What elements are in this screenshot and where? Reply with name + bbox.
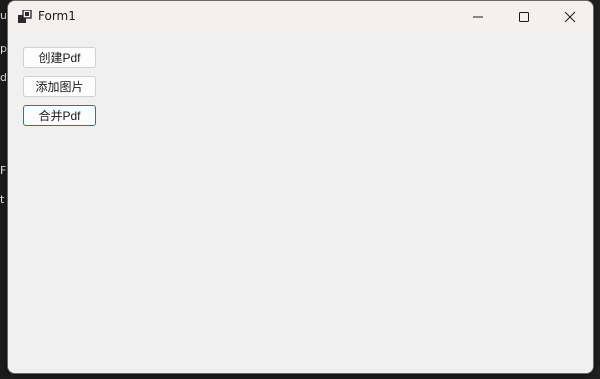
close-icon xyxy=(564,11,576,22)
close-button[interactable] xyxy=(547,1,593,32)
minimize-icon xyxy=(473,16,483,17)
title-bar[interactable]: Form1 xyxy=(8,1,593,32)
add-image-button[interactable]: 添加图片 xyxy=(23,76,96,97)
window-title: Form1 xyxy=(38,9,76,23)
form-client-area: 创建Pdf 添加图片 合并Pdf xyxy=(8,32,593,373)
create-pdf-button[interactable]: 创建Pdf xyxy=(23,47,96,68)
winforms-app-icon xyxy=(18,10,32,23)
form-window: Form1 创建Pdf 添加图片 合并Pdf xyxy=(7,0,594,374)
merge-pdf-button[interactable]: 合并Pdf xyxy=(23,105,96,126)
maximize-button[interactable] xyxy=(501,1,547,32)
maximize-icon xyxy=(519,11,529,22)
minimize-button[interactable] xyxy=(455,1,501,32)
